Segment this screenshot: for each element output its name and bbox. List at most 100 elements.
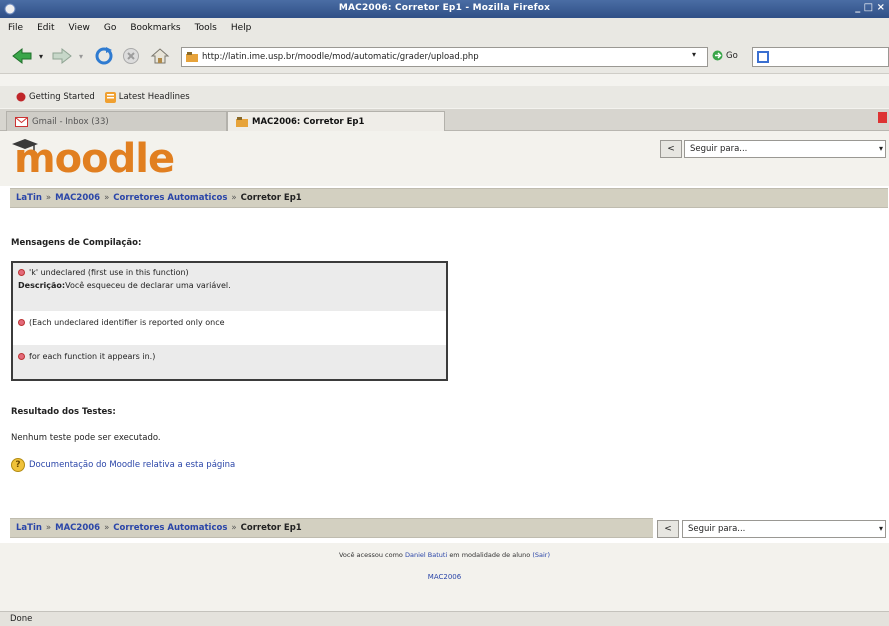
- window-controls[interactable]: _ □ ×: [855, 2, 885, 13]
- bookmark-label: Getting Started: [29, 92, 95, 102]
- breadcrumb-latin[interactable]: LaTin: [16, 523, 42, 533]
- error-icon: [18, 269, 25, 276]
- bookmark-label: Latest Headlines: [118, 92, 190, 102]
- moodle-logo[interactable]: moodle: [14, 136, 175, 182]
- breadcrumb-mac2006[interactable]: MAC2006: [55, 193, 100, 203]
- stop-icon: [123, 48, 139, 64]
- tab-label: MAC2006: Corretor Ep1: [252, 116, 365, 127]
- tab-label: Gmail - Inbox (33): [32, 116, 109, 127]
- chevron-down-icon: ▾: [878, 144, 883, 153]
- reload-button[interactable]: [92, 44, 116, 68]
- breadcrumb-corretores[interactable]: Corretores Automaticos: [113, 193, 227, 203]
- jump-prev-button[interactable]: <: [657, 520, 679, 538]
- forward-button[interactable]: [50, 44, 74, 68]
- back-arrow-icon: [12, 47, 32, 65]
- gmail-icon: [15, 116, 28, 127]
- url-dropdown-icon[interactable]: ▾: [692, 50, 702, 64]
- menu-view[interactable]: View: [69, 23, 90, 33]
- menu-help[interactable]: Help: [231, 23, 252, 33]
- search-engine-icon: [757, 51, 769, 63]
- breadcrumb-latin[interactable]: LaTin: [16, 193, 42, 203]
- url-bar[interactable]: http://latin.ime.usp.br/moodle/mod/autom…: [181, 47, 708, 67]
- description-text: Você esqueceu de declarar uma variável.: [65, 281, 231, 290]
- menu-go[interactable]: Go: [104, 23, 116, 33]
- window-titlebar: MAC2006: Corretor Ep1 - Mozilla Firefox …: [0, 0, 889, 18]
- menu-file[interactable]: File: [8, 23, 23, 33]
- breadcrumb-separator: »: [104, 523, 110, 533]
- login-suffix: em modalidade de aluno: [449, 551, 531, 559]
- site-favicon-icon: [186, 52, 198, 62]
- home-icon: [150, 48, 170, 64]
- chevron-down-icon: ▾: [878, 524, 883, 533]
- breadcrumb-separator: »: [45, 193, 52, 203]
- breadcrumb-current: Corretor Ep1: [240, 193, 302, 203]
- description-label: Descrição:: [18, 281, 66, 290]
- help-icon: ?: [11, 458, 25, 472]
- message-text: 'k' undeclared (first use in this functi…: [29, 268, 189, 277]
- breadcrumb-separator: »: [231, 523, 237, 533]
- login-info: Você acessou como Daniel Batuti em modal…: [0, 551, 889, 559]
- home-button[interactable]: [148, 44, 172, 68]
- compilation-messages-box: 'k' undeclared (first use in this functi…: [11, 261, 448, 381]
- status-bar: Done: [0, 611, 889, 626]
- menu-edit[interactable]: Edit: [37, 23, 54, 33]
- error-icon: [18, 353, 25, 360]
- url-text[interactable]: http://latin.ime.usp.br/moodle/mod/autom…: [202, 52, 479, 62]
- message-text: for each function it appears in.): [29, 352, 156, 361]
- message-row: (Each undeclared identifier is reported …: [13, 311, 446, 345]
- menu-bookmarks[interactable]: Bookmarks: [130, 23, 180, 33]
- jump-select-label: Seguir para...: [688, 524, 746, 534]
- message-row: 'k' undeclared (first use in this functi…: [13, 263, 446, 311]
- breadcrumb-current: Corretor Ep1: [240, 523, 302, 533]
- go-label: Go: [726, 50, 738, 61]
- jump-select-label: Seguir para...: [690, 144, 748, 154]
- breadcrumb-separator: »: [45, 523, 52, 533]
- jump-to-select[interactable]: Seguir para... ▾: [682, 520, 886, 538]
- breadcrumb-bottom: LaTin» MAC2006» Corretores Automaticos» Cor…: [10, 518, 653, 538]
- forward-arrow-icon: [52, 47, 72, 65]
- go-icon: [712, 50, 723, 61]
- go-button[interactable]: Go: [712, 50, 738, 61]
- stop-button[interactable]: [120, 44, 142, 68]
- forward-dropdown-icon[interactable]: ▾: [76, 44, 86, 68]
- reload-icon: [95, 47, 113, 65]
- navigation-toolbar: ▾ ▾ http://latin.ime.usp.br/moodle/mod/a…: [0, 38, 889, 74]
- error-icon: [18, 319, 25, 326]
- rss-feed-icon: [104, 91, 116, 103]
- breadcrumb-corretores[interactable]: Corretores Automaticos: [113, 523, 227, 533]
- login-prefix: Você acessou como: [338, 551, 403, 559]
- tab-gmail[interactable]: Gmail - Inbox (33): [6, 111, 227, 131]
- page-content: moodle < Seguir para... ▾ LaTin» MAC2006»…: [0, 131, 889, 611]
- breadcrumb-separator: »: [104, 193, 110, 203]
- tests-title: Resultado dos Testes:: [11, 407, 116, 417]
- breadcrumb: LaTin» MAC2006» Corretores Automaticos» Cor…: [10, 188, 888, 208]
- menu-tools[interactable]: Tools: [195, 23, 217, 33]
- window-title: MAC2006: Corretor Ep1 - Mozilla Firefox: [338, 3, 551, 13]
- site-favicon-icon: [236, 116, 248, 127]
- breadcrumb-mac2006[interactable]: MAC2006: [55, 523, 100, 533]
- bookmarks-toolbar: Getting Started Latest Headlines: [0, 86, 889, 108]
- logout-link[interactable]: (Sair): [532, 551, 550, 559]
- breadcrumb-separator: »: [231, 193, 237, 203]
- search-input[interactable]: [752, 47, 889, 67]
- message-text: (Each undeclared identifier is reported …: [29, 318, 225, 327]
- moodle-header: moodle < Seguir para... ▾: [0, 131, 889, 186]
- back-button[interactable]: [10, 44, 34, 68]
- jump-to-select[interactable]: Seguir para... ▾: [684, 140, 886, 158]
- bookmark-red-icon: [16, 92, 26, 102]
- close-tab-icon[interactable]: [878, 112, 887, 123]
- course-link[interactable]: MAC2006: [0, 573, 889, 581]
- back-dropdown-icon[interactable]: ▾: [36, 44, 46, 68]
- tab-strip: Gmail - Inbox (33) MAC2006: Corretor Ep1: [0, 109, 889, 131]
- doc-link[interactable]: Documentação do Moodle relativa a esta p…: [29, 460, 235, 470]
- jump-prev-button[interactable]: <: [660, 140, 682, 158]
- tab-corretor[interactable]: MAC2006: Corretor Ep1: [227, 111, 445, 131]
- bookmark-latest-headlines[interactable]: Latest Headlines: [104, 91, 190, 103]
- tests-result: Nenhum teste pode ser executado.: [11, 433, 161, 443]
- bookmark-getting-started[interactable]: Getting Started: [16, 92, 95, 102]
- doc-link-row: ? Documentação do Moodle relativa a esta…: [11, 458, 235, 472]
- user-link[interactable]: Daniel Batuti: [405, 551, 447, 559]
- footer: Você acessou como Daniel Batuti em modal…: [0, 543, 889, 611]
- menu-bar: File Edit View Go Bookmarks Tools Help: [0, 18, 889, 38]
- compilation-title: Mensagens de Compilação:: [11, 238, 142, 248]
